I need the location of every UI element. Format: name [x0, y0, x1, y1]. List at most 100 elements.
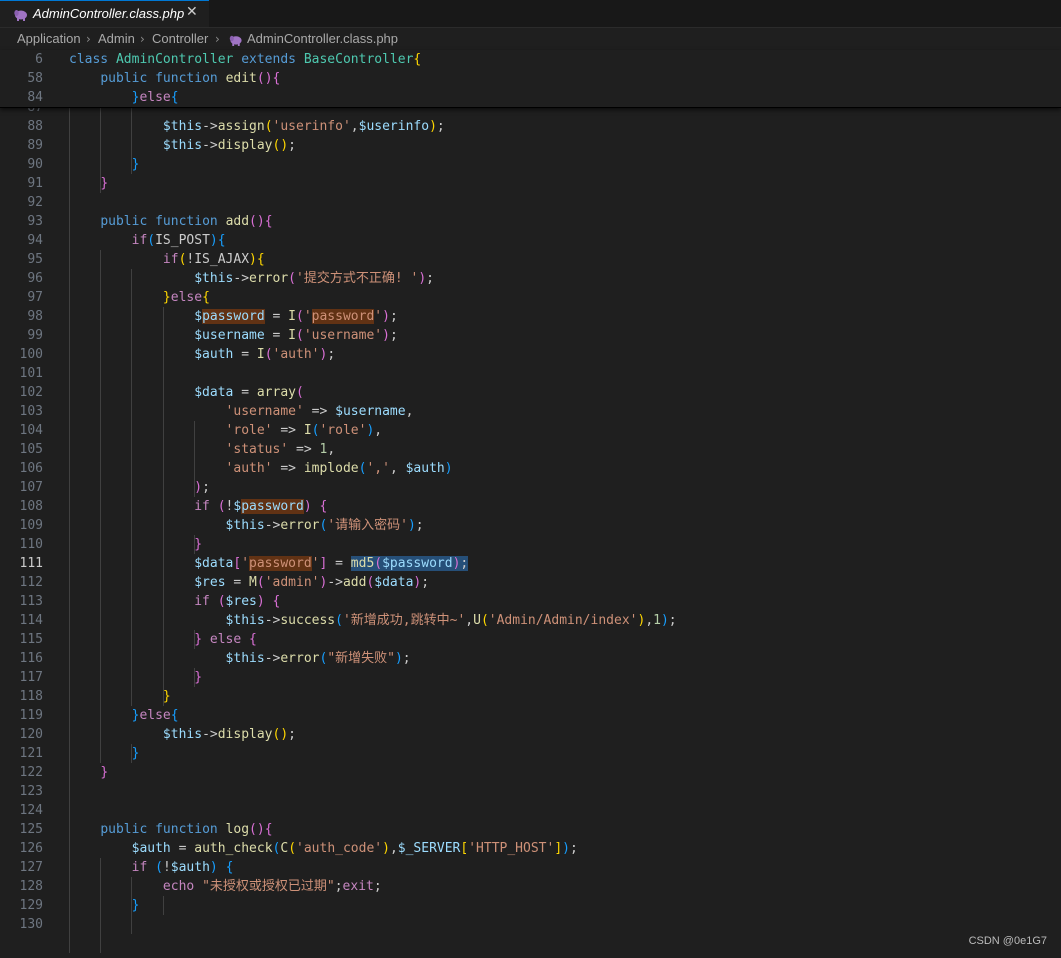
code-text: $this->success('新增成功,跳转中~',U('Admin/Admi… [225, 613, 677, 628]
code-line[interactable]: 120 $this->display(); [0, 725, 1061, 744]
code-line[interactable]: 124 [0, 801, 1061, 820]
code-line[interactable]: 92 [0, 193, 1061, 212]
code-line[interactable]: 118 } [0, 687, 1061, 706]
code-line[interactable]: 6 class AdminController extends BaseContr… [0, 50, 1061, 69]
code-line[interactable]: 128 echo "未授权或授权已过期";exit; [0, 877, 1061, 896]
chevron-right-icon: › [86, 32, 91, 46]
code-line[interactable]: 104 'role' => I('role'), [0, 421, 1061, 440]
code-text: 'status' => 1, [225, 442, 336, 457]
code-line[interactable]: 95 if(!IS_AJAX){ [0, 250, 1061, 269]
line-number: 105 [19, 442, 43, 457]
code-text: $data = array( [194, 385, 304, 400]
line-number: 97 [27, 290, 43, 305]
code-text: class AdminController extends BaseContro… [69, 52, 422, 67]
close-icon[interactable]: ✕ [186, 4, 198, 20]
line-number: 117 [19, 670, 43, 685]
indent-guide [100, 250, 102, 763]
code-line[interactable]: 113 if ($res) { [0, 592, 1061, 611]
tab-admincontroller[interactable]: AdminController.class.php ✕ [0, 0, 209, 27]
breadcrumb-item-admin[interactable]: Admin [98, 31, 135, 46]
code-line[interactable]: 93 public function add(){ [0, 212, 1061, 231]
line-number: 129 [19, 898, 43, 913]
code-text: $data['password'] = md5($password); [194, 556, 469, 571]
code-line[interactable]: 106 'auth' => implode(',', $auth) [0, 459, 1061, 478]
code-line[interactable]: 123 [0, 782, 1061, 801]
code-line[interactable]: 58 public function edit(){ [0, 69, 1061, 88]
code-line[interactable]: 103 'username' => $username, [0, 402, 1061, 421]
indent-guide [131, 98, 133, 174]
code-line[interactable]: 119 }else{ [0, 706, 1061, 725]
code-line[interactable]: 94 if(IS_POST){ [0, 231, 1061, 250]
code-line[interactable]: 99 $username = I('username'); [0, 326, 1061, 345]
code-line[interactable]: 111 $data['password'] = md5($password); [0, 554, 1061, 573]
code-line[interactable]: 107 ); [0, 478, 1061, 497]
code-line[interactable]: 125 public function log(){ [0, 820, 1061, 839]
code-line[interactable]: 114 $this->success('新增成功,跳转中~',U('Admin/… [0, 611, 1061, 630]
code-text: 'role' => I('role'), [225, 423, 383, 438]
breadcrumb-item-application[interactable]: Application [17, 31, 81, 46]
line-number: 100 [19, 347, 43, 362]
code-text: $auth = auth_check(C('auth_code'),$_SERV… [131, 841, 578, 856]
line-number: 88 [27, 119, 43, 134]
code-text: 'username' => $username, [225, 404, 414, 419]
code-text: $username = I('username'); [194, 328, 398, 343]
code-line[interactable]: 121 } [0, 744, 1061, 763]
code-line[interactable]: 109 $this->error('请输入密码'); [0, 516, 1061, 535]
code-line[interactable]: 90 } [0, 155, 1061, 174]
code-line[interactable]: 88 $this->assign('userinfo',$userinfo); [0, 117, 1061, 136]
code-editor[interactable]: 86 $userinfo = M('admin')->where('id = $… [0, 50, 1061, 958]
line-number: 6 [35, 52, 43, 67]
code-line[interactable]: 116 $this->error("新增失败"); [0, 649, 1061, 668]
code-line[interactable]: 84 }else{ [0, 88, 1061, 107]
code-line[interactable]: 127 if (!$auth) { [0, 858, 1061, 877]
line-number: 90 [27, 157, 43, 172]
line-number: 128 [19, 879, 43, 894]
code-line[interactable]: 96 $this->error('提交方式不正确! '); [0, 269, 1061, 288]
code-text: } [131, 157, 140, 172]
code-line[interactable]: 122 } [0, 763, 1061, 782]
code-line[interactable]: 102 $data = array( [0, 383, 1061, 402]
code-line[interactable]: 108 if (!$password) { [0, 497, 1061, 516]
code-line[interactable]: 89 $this->display(); [0, 136, 1061, 155]
code-text: $this->assign('userinfo',$userinfo); [162, 119, 445, 134]
chevron-right-icon: › [140, 32, 145, 46]
line-number: 98 [27, 309, 43, 324]
code-text: $this->error('请输入密码'); [225, 518, 424, 533]
code-line[interactable]: 126 $auth = auth_check(C('auth_code'),$_… [0, 839, 1061, 858]
code-line[interactable]: 112 $res = M('admin')->add($data); [0, 573, 1061, 592]
code-line[interactable]: 97 }else{ [0, 288, 1061, 307]
line-number: 94 [27, 233, 43, 248]
code-text: } [131, 898, 140, 913]
breadcrumb-item-file[interactable]: AdminController.class.php [247, 31, 398, 46]
code-line[interactable]: 117 } [0, 668, 1061, 687]
line-number: 102 [19, 385, 43, 400]
line-number: 93 [27, 214, 43, 229]
code-line[interactable]: 101 [0, 364, 1061, 383]
code-line[interactable]: 129 } [0, 896, 1061, 915]
code-text: } [162, 689, 171, 704]
code-text: } [100, 765, 109, 780]
line-number: 89 [27, 138, 43, 153]
code-line[interactable]: 110 } [0, 535, 1061, 554]
code-text: if (!$password) { [194, 499, 328, 514]
code-line[interactable]: 130 [0, 915, 1061, 934]
code-text: $this->error("新增失败"); [225, 651, 411, 666]
line-number: 92 [27, 195, 43, 210]
code-text: $password = I('password'); [194, 309, 398, 324]
code-line[interactable]: 105 'status' => 1, [0, 440, 1061, 459]
line-number: 116 [19, 651, 43, 666]
line-number: 110 [19, 537, 43, 552]
line-number: 130 [19, 917, 43, 932]
indent-guide [131, 269, 133, 706]
indent-guide [162, 896, 164, 915]
code-line[interactable]: 115 } else { [0, 630, 1061, 649]
line-number: 99 [27, 328, 43, 343]
breadcrumb: Application › Admin › Controller › Admin… [0, 28, 1061, 50]
breadcrumb-item-controller[interactable]: Controller [152, 31, 208, 46]
code-text: public function add(){ [100, 214, 273, 229]
sticky-scroll-header[interactable]: 6 class AdminController extends BaseContr… [0, 50, 1061, 108]
code-line[interactable]: 91 } [0, 174, 1061, 193]
code-line[interactable]: 98 $password = I('password'); [0, 307, 1061, 326]
code-line[interactable]: 100 $auth = I('auth'); [0, 345, 1061, 364]
line-number: 84 [27, 90, 43, 105]
